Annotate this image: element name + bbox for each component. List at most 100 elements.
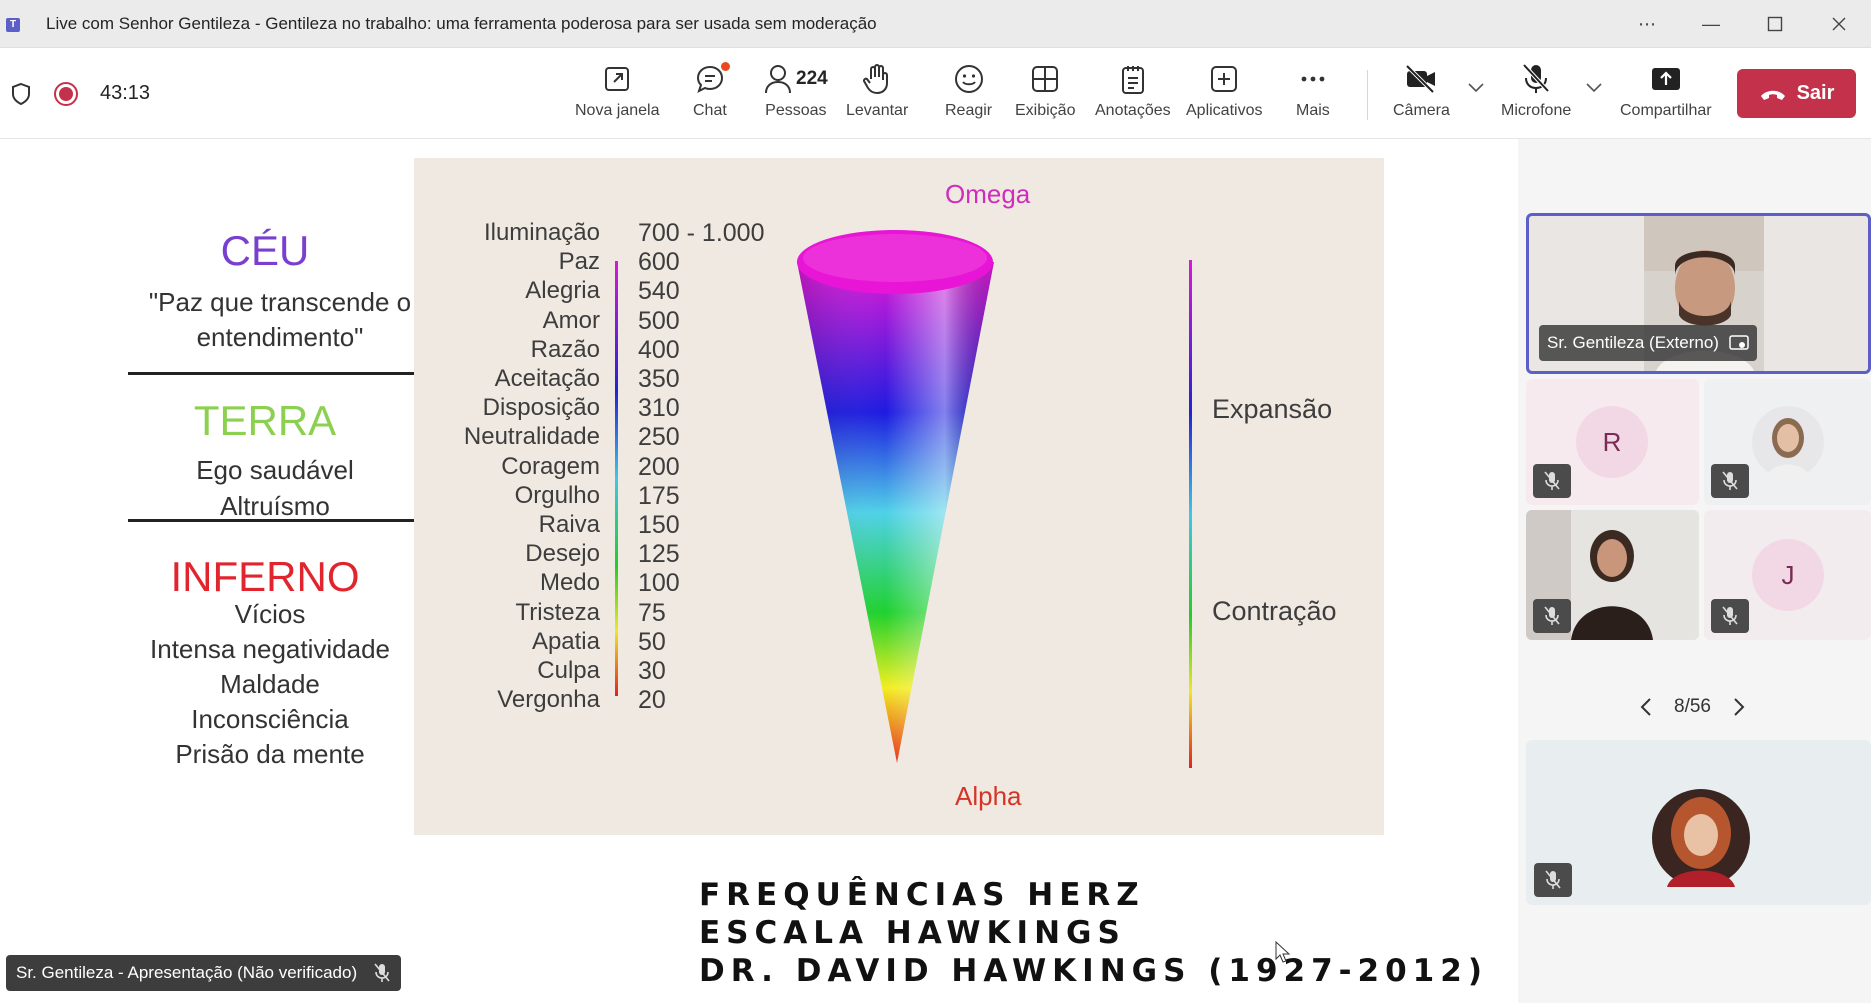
new-window-icon [605,67,630,91]
slide-alpha-label: Alpha [955,781,1022,811]
participant-tile-main[interactable]: Sr. Gentileza (Externo) [1526,213,1871,374]
scale-level-name: Neutralidade [463,423,600,451]
scale-level-name: Disposição [482,394,600,422]
scale-level-name: Culpa [537,657,600,684]
scale-level-value: 20 [638,686,666,715]
new-window-button[interactable]: Nova janela [575,60,660,130]
notes-button[interactable]: Anotações [1095,60,1171,130]
mic-muted-icon [1534,863,1572,897]
chat-unread-badge [720,62,730,71]
toolbar-divider [1367,70,1368,120]
scale-level-name: Paz [558,248,600,276]
slide-omega-label: Omega [945,179,1031,209]
screen-share-icon [1729,335,1749,350]
scale-level-value: 250 [638,423,680,452]
microphone-off-icon [1522,63,1550,93]
participant-tile-woman3[interactable] [1526,740,1871,905]
scale-level-value: 700 - 1.000 [638,219,765,247]
participant-r-avatar: R [1576,406,1648,478]
scale-level-value: 150 [638,511,680,539]
more-button[interactable]: Mais [1296,60,1330,130]
shield-icon [12,82,30,105]
slide-contracao-label: Contração [1212,596,1337,626]
teams-logo-icon: T [6,14,32,34]
mic-muted-icon [1711,599,1749,633]
camera-label: Câmera [1393,102,1450,119]
chevron-left-icon[interactable] [1640,698,1652,716]
slide-inferno-line: Inconsciência [191,704,349,734]
slide-inferno-title: INFERNO [170,553,360,600]
view-button[interactable]: Exibição [1015,60,1075,130]
camera-button[interactable]: Câmera [1393,60,1450,130]
slide-ceu-line2: entendimento" [196,322,364,352]
chat-label: Chat [693,102,727,119]
scale-level-value: 100 [638,569,680,598]
share-icon [1651,68,1680,90]
notes-icon [1121,66,1144,94]
participants-panel: Sr. Gentileza (Externo) R J [1518,139,1871,1003]
scale-level-name: Alegria [525,277,600,305]
scale-level-value: 540 [638,277,680,306]
more-dots-icon [1301,76,1325,82]
share-label: Compartilhar [1620,102,1712,119]
slide-caption-3: DR. DAVID HAWKINGS (1927-2012) [699,953,1488,989]
mic-muted-icon [1533,599,1571,633]
people-label: Pessoas [765,102,827,119]
participant-tile-woman1[interactable] [1704,379,1871,505]
scale-level-value: 50 [638,627,666,656]
scale-level-value: 310 [638,394,680,423]
meeting-toolbar: 43:13 Nova janela Chat 224 Pessoas Levan… [0,48,1871,139]
leave-button[interactable]: Sair [1737,69,1856,118]
react-button[interactable]: Reagir [945,60,992,130]
participant-tile-r[interactable]: R [1526,379,1699,505]
close-icon[interactable] [1807,0,1871,48]
scale-level-name: Orgulho [514,481,600,509]
participant-tile-j[interactable]: J [1704,510,1871,640]
microphone-options-chevron-icon[interactable] [1586,80,1602,96]
minimize-icon[interactable]: — [1679,0,1743,48]
participants-pager: 8/56 [1640,696,1745,718]
phone-hangup-icon [1760,90,1785,100]
share-button[interactable]: Compartilhar [1620,60,1712,130]
scale-level-value: 75 [638,598,666,627]
mic-muted-icon [1533,464,1571,498]
raise-hand-label: Levantar [846,102,909,119]
participant-avatar-photo [1752,406,1824,478]
new-window-label: Nova janela [575,102,660,119]
more-label: Mais [1296,102,1330,119]
scale-level-name: Vergonha [497,686,600,714]
view-grid-icon [1032,66,1059,92]
shared-content-stage: CÉU "Paz que transcende o entendimento" … [0,139,1518,1003]
react-label: Reagir [945,102,993,119]
participant-tile-woman2[interactable] [1526,510,1699,640]
pager-label: 8/56 [1674,696,1711,717]
scale-level-value: 30 [638,657,666,685]
slide-terra-line1: Ego saudável [196,455,354,485]
slide-caption-2: ESCALA HAWKINGS [699,915,1126,951]
maximize-icon[interactable] [1743,0,1807,48]
chat-button[interactable]: Chat [693,60,730,130]
scale-level-value: 500 [638,306,680,335]
title-bar: T Live com Senhor Gentileza - Gentileza … [0,0,1871,48]
more-icon[interactable]: ⋯ [1615,0,1679,48]
raise-hand-button[interactable]: Levantar [846,60,908,130]
participant-j-avatar: J [1752,539,1824,611]
view-label: Exibição [1015,102,1076,119]
scale-level-name: Raiva [538,511,600,538]
chevron-right-icon[interactable] [1733,698,1745,716]
scale-level-name: Iluminação [483,219,600,246]
slide-ceu-title: CÉU [220,227,310,274]
slide-caption-1: FREQUÊNCIAS HERZ [699,877,1145,913]
react-icon [954,65,983,93]
apps-button[interactable]: Aplicativos [1186,60,1262,130]
camera-options-chevron-icon[interactable] [1468,80,1484,96]
slide-inferno-line: Intensa negatividade [150,634,390,664]
people-icon [765,65,791,94]
scale-level-value: 125 [638,540,680,569]
slide-inferno-line: Vícios [234,599,306,629]
participant-avatar-photo [1652,789,1750,887]
scale-level-name: Medo [539,569,600,597]
apps-add-icon [1211,66,1238,92]
microphone-button[interactable]: Microfone [1501,60,1571,130]
people-button[interactable]: 224 Pessoas [764,60,828,130]
